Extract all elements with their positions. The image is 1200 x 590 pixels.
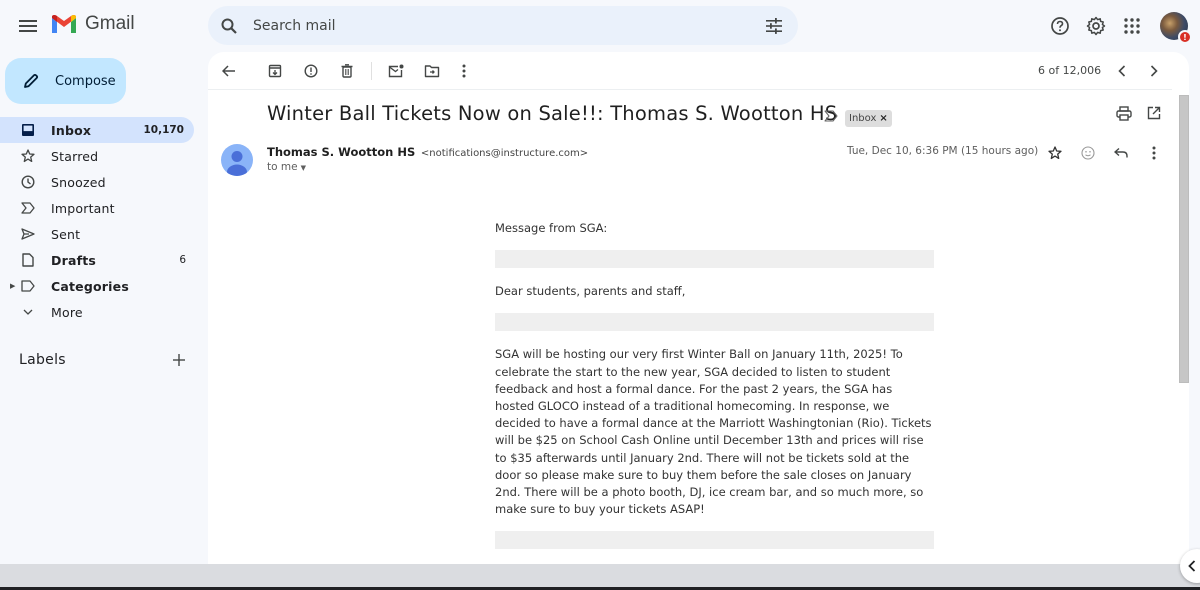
sender-avatar[interactable] bbox=[221, 144, 253, 176]
sidebar-item-inbox[interactable]: Inbox 10,170 bbox=[0, 117, 194, 143]
pencil-icon bbox=[21, 71, 41, 91]
sidebar-item-label: Important bbox=[51, 200, 115, 216]
sidebar-item-snoozed[interactable]: Snoozed bbox=[0, 169, 196, 195]
sidebar-item-label: Sent bbox=[51, 226, 81, 242]
delete-icon[interactable] bbox=[335, 59, 359, 83]
newer-email-chevron-left-icon[interactable] bbox=[1110, 59, 1134, 83]
chevron-left-icon bbox=[1188, 560, 1196, 572]
sender-info: Thomas S. Wootton HS <notifications@inst… bbox=[267, 145, 588, 159]
help-icon[interactable] bbox=[1042, 8, 1078, 44]
add-reaction-emoji-icon[interactable] bbox=[1077, 142, 1099, 164]
send-icon bbox=[20, 226, 36, 242]
account-avatar[interactable]: ! bbox=[1160, 12, 1192, 44]
gmail-logo[interactable]: Gmail bbox=[51, 13, 135, 35]
sidebar-item-label: Starred bbox=[51, 148, 99, 164]
account-toolbar: ! bbox=[1042, 8, 1200, 44]
apps-grid-icon[interactable] bbox=[1114, 8, 1150, 44]
divider-bar bbox=[495, 313, 934, 332]
search-input[interactable] bbox=[253, 17, 733, 34]
body-greeting: Dear students, parents and staff, bbox=[495, 284, 686, 299]
reply-icon[interactable] bbox=[1110, 142, 1132, 164]
email-toolbar: 6 of 12,006 bbox=[208, 52, 1172, 90]
sender-name[interactable]: Thomas S. Wootton HS bbox=[267, 145, 415, 159]
sidebar-item-drafts[interactable]: Drafts 6 bbox=[0, 247, 196, 273]
search-options-icon[interactable] bbox=[764, 16, 784, 36]
recipient-text: to me bbox=[267, 161, 298, 173]
chevron-down-icon bbox=[20, 304, 36, 320]
label-icon bbox=[20, 278, 36, 294]
sidebar-item-starred[interactable]: Starred bbox=[0, 143, 196, 169]
sidebar-item-label: More bbox=[51, 304, 83, 320]
older-email-chevron-right-icon[interactable] bbox=[1142, 59, 1166, 83]
recipient-details-toggle[interactable]: to me ▼ bbox=[267, 161, 306, 173]
clock-icon bbox=[20, 174, 36, 190]
remove-label-icon[interactable]: × bbox=[879, 113, 887, 124]
star-icon[interactable] bbox=[1044, 142, 1066, 164]
drafts-count: 6 bbox=[179, 254, 186, 266]
email-scrollbar[interactable] bbox=[1179, 95, 1189, 383]
important-icon bbox=[20, 200, 36, 216]
mark-unread-icon[interactable] bbox=[384, 59, 408, 83]
main-menu-button[interactable] bbox=[16, 14, 40, 38]
email-body: Message from SGA: Dear students, parents… bbox=[495, 220, 935, 564]
draft-icon bbox=[20, 252, 36, 268]
print-icon[interactable] bbox=[1114, 103, 1134, 123]
compose-button[interactable]: Compose bbox=[5, 58, 126, 104]
email-date: Tue, Dec 10, 6:36 PM (15 hours ago) bbox=[847, 145, 1039, 157]
sidebar-item-more[interactable]: More bbox=[0, 299, 196, 325]
labels-section-header: Labels bbox=[19, 350, 189, 370]
search-bar bbox=[208, 6, 798, 45]
body-paragraph: SGA will be hosting our very first Winte… bbox=[495, 347, 932, 517]
inbox-label-chip: Inbox × bbox=[845, 110, 892, 127]
more-options-icon[interactable] bbox=[452, 59, 476, 83]
divider-bar bbox=[495, 531, 934, 550]
search-icon[interactable] bbox=[219, 16, 239, 36]
open-in-new-window-icon[interactable] bbox=[1144, 103, 1164, 123]
email-subject: Winter Ball Tickets Now on Sale!!: Thoma… bbox=[267, 102, 838, 125]
label-chip-text: Inbox bbox=[849, 113, 877, 124]
gmail-m-icon bbox=[52, 15, 76, 33]
report-spam-icon[interactable] bbox=[299, 59, 323, 83]
settings-icon[interactable] bbox=[1078, 8, 1114, 44]
top-bar: Gmail ! bbox=[0, 0, 1200, 52]
sidebar-item-important[interactable]: Important bbox=[0, 195, 196, 221]
hamburger-menu-icon bbox=[19, 20, 37, 32]
archive-icon[interactable] bbox=[263, 59, 287, 83]
bottom-scroll-area bbox=[0, 564, 1200, 587]
app-name: Gmail bbox=[85, 13, 135, 34]
back-arrow-icon[interactable] bbox=[217, 59, 241, 83]
sender-email: <notifications@instructure.com> bbox=[420, 148, 589, 159]
sidebar-item-label: Categories bbox=[51, 278, 129, 294]
divider-bar bbox=[495, 250, 934, 269]
inbox-icon bbox=[20, 122, 36, 138]
person-icon bbox=[227, 151, 247, 176]
sidebar-item-label: Snoozed bbox=[51, 174, 106, 190]
more-message-options-icon[interactable] bbox=[1143, 142, 1165, 164]
pagination-count: 6 of 12,006 bbox=[1038, 64, 1102, 77]
star-icon bbox=[20, 148, 36, 164]
sidebar-item-categories[interactable]: ▶ Categories bbox=[0, 273, 196, 299]
dropdown-arrow-icon: ▼ bbox=[300, 164, 306, 172]
unread-count: 10,170 bbox=[143, 124, 184, 136]
move-to-folder-icon[interactable] bbox=[420, 59, 444, 83]
sidebar-item-label: Drafts bbox=[51, 252, 97, 268]
sidebar-item-label: Inbox bbox=[51, 122, 92, 138]
sidebar-nav: Inbox 10,170 Starred Snoozed Important S… bbox=[0, 117, 196, 325]
compose-label: Compose bbox=[55, 73, 116, 89]
add-label-icon[interactable] bbox=[169, 350, 189, 370]
toolbar-divider bbox=[371, 62, 372, 80]
labels-heading: Labels bbox=[19, 352, 66, 368]
expand-caret-icon[interactable]: ▶ bbox=[10, 282, 15, 290]
body-intro: Message from SGA: bbox=[495, 221, 608, 235]
alert-badge-icon: ! bbox=[1178, 30, 1192, 44]
sidebar-item-sent[interactable]: Sent bbox=[0, 221, 196, 247]
email-view: 6 of 12,006 Winter Ball Tickets Now on S… bbox=[208, 52, 1189, 574]
important-marker-icon[interactable] bbox=[824, 110, 838, 122]
